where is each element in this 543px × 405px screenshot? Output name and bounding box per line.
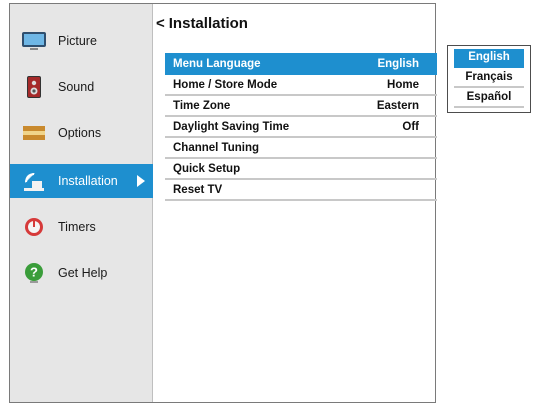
satellite-dish-icon — [24, 173, 44, 191]
sidebar-item-label: Sound — [58, 80, 95, 94]
sidebar-item-sound[interactable]: Sound — [10, 70, 153, 104]
row-label: Home / Store Mode — [173, 79, 278, 91]
sidebar-item-get-help[interactable]: ? Get Help — [10, 256, 153, 290]
row-channel-tuning[interactable]: Channel Tuning — [165, 138, 437, 159]
sidebar-item-options[interactable]: Options — [10, 116, 153, 150]
row-home-store-mode[interactable]: Home / Store Mode Home — [165, 75, 437, 96]
row-value: Home — [387, 79, 419, 91]
timer-icon — [25, 218, 43, 236]
sidebar: Picture Sound Options Installation Timer… — [10, 4, 153, 402]
page-title: < Installation — [156, 15, 248, 32]
row-label: Daylight Saving Time — [173, 121, 290, 133]
main-panel: < Installation Menu Language English Hom… — [153, 4, 437, 402]
help-icon: ? — [25, 263, 43, 283]
page-title-text: Installation — [168, 15, 248, 32]
chevron-right-icon — [137, 175, 145, 187]
sidebar-item-timers[interactable]: Timers — [10, 210, 153, 244]
row-value: Off — [402, 121, 419, 133]
tv-icon — [22, 32, 46, 50]
language-option-espanol[interactable]: Español — [454, 89, 524, 108]
settings-list: Menu Language English Home / Store Mode … — [165, 53, 437, 201]
options-icon — [23, 126, 45, 140]
row-daylight-saving-time[interactable]: Daylight Saving Time Off — [165, 117, 437, 138]
row-label: Time Zone — [173, 100, 231, 112]
sidebar-item-label: Options — [58, 126, 102, 140]
row-value: Eastern — [376, 100, 419, 112]
row-value: English — [377, 58, 419, 70]
sidebar-item-label: Picture — [58, 34, 97, 48]
row-label: Reset TV — [173, 184, 223, 196]
row-quick-setup[interactable]: Quick Setup — [165, 159, 437, 180]
sidebar-item-picture[interactable]: Picture — [10, 24, 153, 58]
sidebar-item-label: Installation — [58, 174, 118, 188]
tv-menu-window: Picture Sound Options Installation Timer… — [9, 3, 437, 403]
sidebar-item-installation[interactable]: Installation — [10, 164, 153, 198]
sidebar-item-label: Get Help — [58, 266, 108, 280]
svg-text:?: ? — [30, 265, 38, 280]
back-chevron-icon[interactable]: < — [156, 15, 165, 32]
row-menu-language[interactable]: Menu Language English — [165, 53, 437, 75]
sidebar-item-label: Timers — [58, 220, 96, 234]
language-dropdown: English Français Español — [447, 45, 531, 113]
language-option-english[interactable]: English — [454, 49, 524, 68]
row-label: Channel Tuning — [173, 142, 260, 154]
speaker-icon — [27, 76, 41, 98]
language-option-francais[interactable]: Français — [454, 69, 524, 88]
row-label: Quick Setup — [173, 163, 241, 175]
row-time-zone[interactable]: Time Zone Eastern — [165, 96, 437, 117]
row-reset-tv[interactable]: Reset TV — [165, 180, 437, 201]
row-label: Menu Language — [173, 58, 261, 70]
